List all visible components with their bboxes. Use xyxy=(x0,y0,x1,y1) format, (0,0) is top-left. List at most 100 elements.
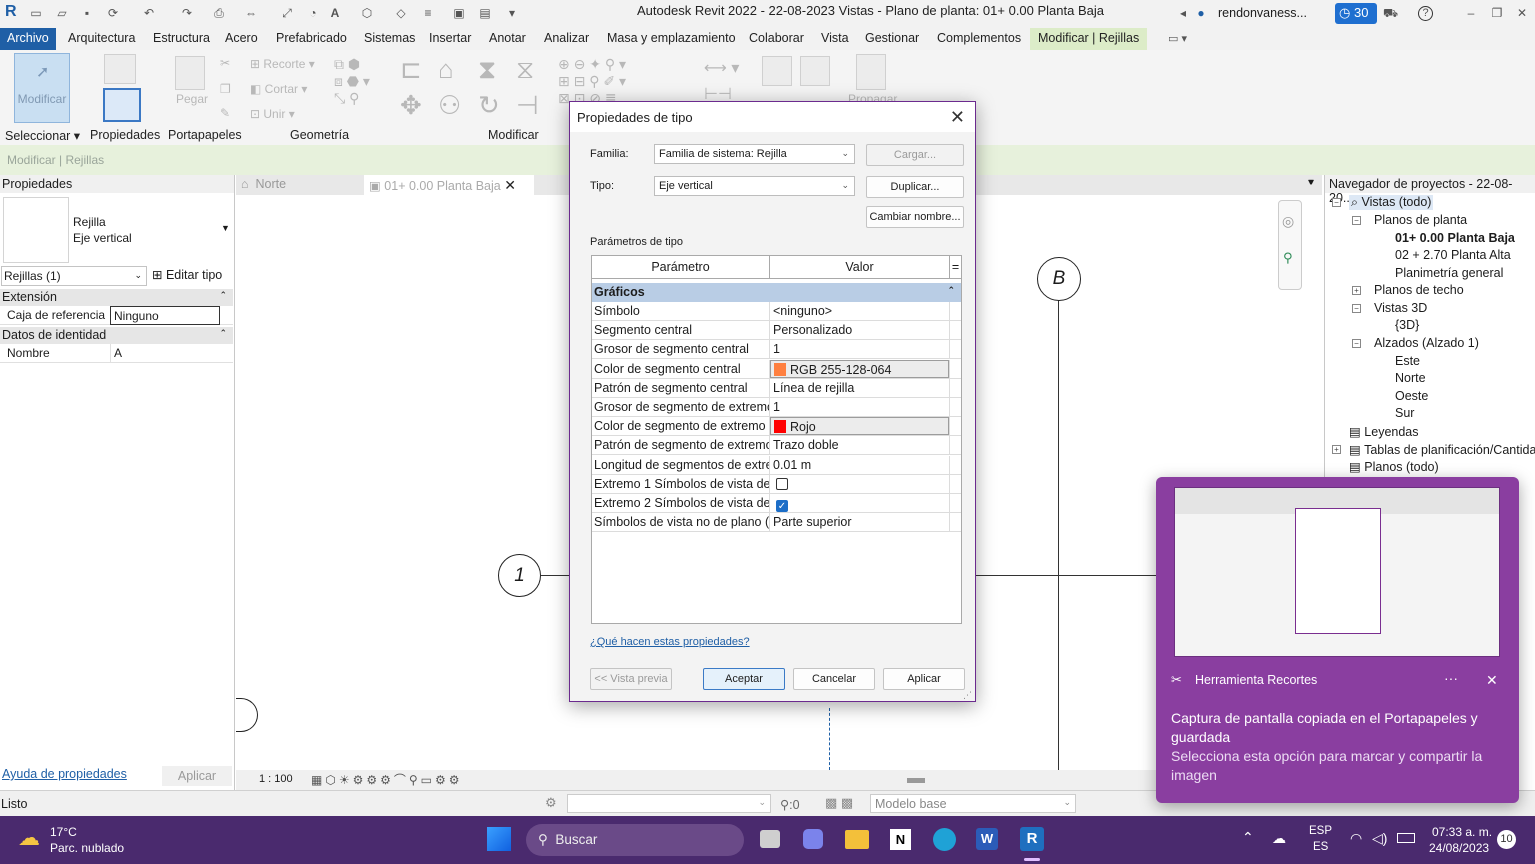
expand-planos-techo[interactable]: + xyxy=(1352,286,1361,295)
minimize-icon[interactable]: – xyxy=(1464,6,1478,20)
param-formula-cell[interactable] xyxy=(949,378,961,398)
join-button[interactable]: ⊡ Unir ▾ xyxy=(250,107,295,121)
param-formula-cell[interactable] xyxy=(949,321,961,341)
tab-vista[interactable]: Vista xyxy=(821,31,849,45)
param-checkbox-cell[interactable] xyxy=(770,475,949,494)
preview-button[interactable]: << Vista previa xyxy=(590,668,672,690)
workset-combo[interactable]: ⌄ xyxy=(567,794,771,813)
tab-insertar[interactable]: Insertar xyxy=(429,31,471,45)
battery-icon[interactable] xyxy=(1397,833,1415,843)
param-value[interactable]: 0.01 m xyxy=(770,456,949,475)
grid-line-b[interactable] xyxy=(1058,300,1059,770)
thin-lines-icon[interactable]: ≡ xyxy=(421,6,435,20)
edit-type-button[interactable]: ⊞ Editar tipo xyxy=(152,267,222,282)
tree-item-planta-alta[interactable]: 02 + 2.70 Planta Alta xyxy=(1395,248,1511,262)
toast-more-icon[interactable]: ··· xyxy=(1444,670,1458,686)
cancel-button[interactable]: Cancelar xyxy=(793,668,875,690)
file-explorer-icon[interactable] xyxy=(845,830,869,849)
type-combo[interactable]: Eje vertical ⌄ xyxy=(654,176,855,196)
redo-icon[interactable]: ↷ xyxy=(180,6,194,20)
type-family[interactable]: Rejilla xyxy=(73,215,106,229)
view-tool-icon[interactable] xyxy=(762,56,792,86)
revit-logo-icon[interactable]: R xyxy=(5,3,17,21)
collapse-vistas[interactable]: − xyxy=(1332,198,1341,207)
properties-icon[interactable] xyxy=(103,88,141,122)
tree-item-este[interactable]: Este xyxy=(1395,354,1420,368)
dialog-close-icon[interactable]: ✕ xyxy=(950,107,965,128)
design-option-icon[interactable]: ▩ ▩ xyxy=(825,795,853,811)
col-header-value[interactable]: Valor xyxy=(770,256,950,279)
undo-icon[interactable]: ↶ xyxy=(142,6,156,20)
duplicate-button[interactable]: Duplicar... xyxy=(866,176,964,198)
category-extension[interactable]: Extensión ⌃ xyxy=(0,289,233,306)
param-value[interactable]: Trazo doble xyxy=(770,436,949,455)
array-tools-icon[interactable]: ⊕ ⊖ ✦ ⚲ ▾ ⊞ ⊟ ⚲ ✐ ▾ ⊠ ⊡ ⊘ ≣ xyxy=(558,56,626,107)
tree-item-sur[interactable]: Sur xyxy=(1395,406,1414,420)
screenshot-thumbnail[interactable] xyxy=(1174,487,1500,657)
ribbon-toggle-icon[interactable]: ▭ ▾ xyxy=(1168,32,1187,45)
tree-item-planos[interactable]: ▤ Planos (todo) xyxy=(1349,459,1439,474)
scrollbar-horizontal[interactable] xyxy=(907,778,925,783)
param-value[interactable]: Línea de rejilla xyxy=(770,379,949,398)
tree-item-norte[interactable]: Norte xyxy=(1395,371,1426,385)
cart-icon[interactable]: ⛟ xyxy=(1383,6,1398,20)
edge-icon[interactable] xyxy=(933,828,956,851)
clock-time[interactable]: 07:33 a. m. xyxy=(1432,825,1492,839)
lang-secondary[interactable]: ES xyxy=(1313,841,1328,853)
ok-button[interactable]: Aceptar xyxy=(703,668,785,690)
param-checkbox[interactable] xyxy=(776,477,788,490)
tab-analizar[interactable]: Analizar xyxy=(544,31,589,45)
worksets-icon[interactable]: ⚙ xyxy=(545,795,557,811)
panel-menu-icon[interactable]: ▾ xyxy=(1309,177,1314,188)
print-icon[interactable]: ⎙ xyxy=(212,6,226,20)
param-formula-cell[interactable] xyxy=(949,302,961,321)
tab-modificar-rejillas[interactable]: Modificar | Rejillas xyxy=(1030,28,1148,50)
param-formula-cell[interactable] xyxy=(949,513,961,533)
mirror-icon[interactable]: ⧗ xyxy=(478,54,496,86)
trim-icon[interactable]: ⊣ xyxy=(516,90,539,121)
tab-anotar[interactable]: Anotar xyxy=(489,31,526,45)
resize-grip-icon[interactable]: ⋰ xyxy=(963,690,972,701)
weather-desc[interactable]: Parc. nublado xyxy=(50,841,124,855)
chevron-up-icon[interactable]: ⌃ xyxy=(1242,829,1254,846)
tree-item-vistas-3d[interactable]: Vistas 3D xyxy=(1374,301,1427,315)
family-combo[interactable]: Familia de sistema: Rejilla ⌄ xyxy=(654,144,855,164)
grid-line-1-left[interactable] xyxy=(541,575,571,576)
user-icon[interactable]: ● xyxy=(1194,6,1208,20)
apply-button[interactable]: Aplicar xyxy=(883,668,965,690)
grid-line-1-right[interactable] xyxy=(976,575,1156,576)
propagate-icon[interactable] xyxy=(856,54,886,90)
weather-temp[interactable]: 17°C xyxy=(50,825,77,839)
teams-icon[interactable] xyxy=(803,829,823,849)
wifi-icon[interactable]: ◠ xyxy=(1350,830,1362,847)
param-value[interactable]: Parte superior xyxy=(770,513,949,532)
category-graphics[interactable]: Gráficos ⌃ xyxy=(592,283,961,302)
close-hidden-icon[interactable]: ▣ xyxy=(452,6,466,20)
clock-date[interactable]: 24/08/2023 xyxy=(1429,841,1489,855)
toast-close-icon[interactable]: ✕ xyxy=(1486,672,1498,689)
task-view-icon[interactable] xyxy=(760,830,780,848)
tab-norte[interactable]: ⌂ Norte xyxy=(241,177,286,191)
property-value[interactable]: Ninguno xyxy=(110,306,220,325)
tree-item-planta-baja[interactable]: 01+ 0.00 Planta Baja xyxy=(1395,231,1515,245)
match-icon[interactable]: ✎ xyxy=(220,106,230,120)
param-formula-cell[interactable] xyxy=(949,455,961,475)
lang-primary[interactable]: ESP xyxy=(1309,825,1332,837)
mirror-draw-icon[interactable]: ⧖ xyxy=(516,54,534,86)
param-checkbox[interactable]: ✓ xyxy=(776,500,788,512)
cut-geometry-button[interactable]: ◧ Cortar ▾ xyxy=(250,82,307,96)
param-value[interactable]: <ninguno> xyxy=(770,302,949,321)
paste-icon[interactable] xyxy=(175,56,205,90)
word-icon[interactable]: W xyxy=(976,828,998,850)
tree-item-planimetria[interactable]: Planimetría general xyxy=(1395,266,1503,280)
user-name[interactable]: rendonvaness... xyxy=(1218,6,1307,20)
sync-icon[interactable]: ⟳ xyxy=(106,6,120,20)
zoom-icon[interactable]: ⚲ xyxy=(1283,250,1293,266)
align-icon[interactable]: ⊏ xyxy=(400,54,422,85)
param-formula-cell[interactable] xyxy=(949,417,961,437)
panel-seleccionar[interactable]: Seleccionar ▾ xyxy=(5,128,80,143)
help-icon[interactable]: ? xyxy=(1418,6,1433,21)
new-file-icon[interactable]: ▭ xyxy=(29,6,43,20)
param-value[interactable]: 1 xyxy=(770,398,949,417)
type-name[interactable]: Eje vertical xyxy=(73,231,132,245)
